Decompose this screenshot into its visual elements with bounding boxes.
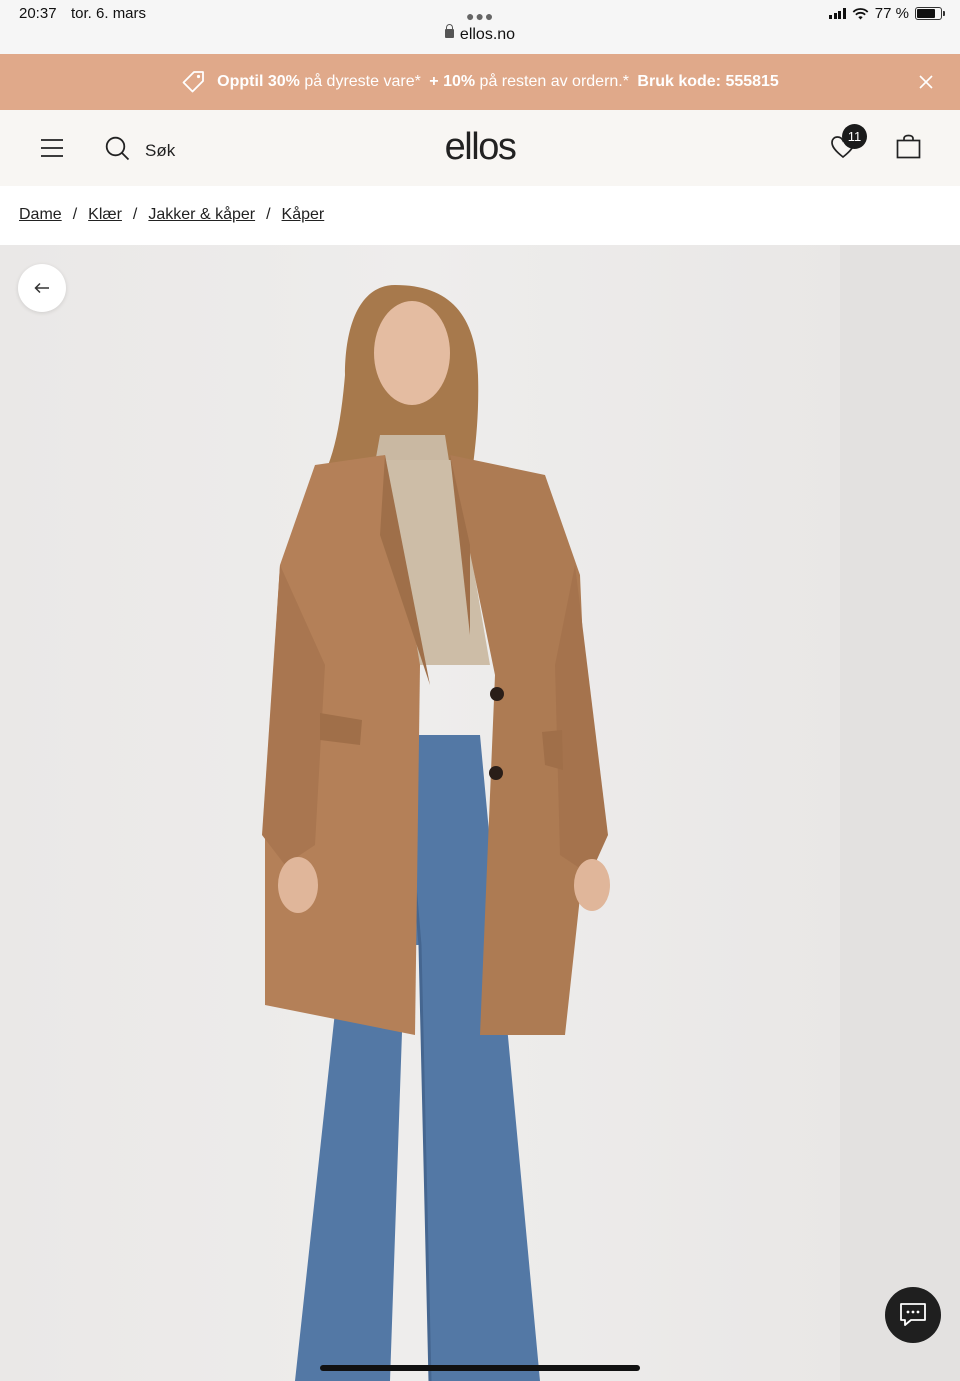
promo-discount-2: + 10% <box>429 73 476 90</box>
shopping-bag-icon[interactable] <box>896 134 921 159</box>
breadcrumb: Dame / Klær / Jakker & kåper / Kåper <box>19 206 324 224</box>
site-header: Søk ellos <box>0 110 960 186</box>
back-button[interactable] <box>18 264 66 312</box>
battery-icon <box>915 7 945 20</box>
product-gallery[interactable] <box>0 245 960 1381</box>
close-icon[interactable] <box>918 74 934 90</box>
promo-discount-1: Opptil 30% <box>217 73 300 90</box>
next-product-image[interactable] <box>840 245 960 1381</box>
status-time: 20:37 <box>19 5 57 22</box>
status-bar: 20:37 tor. 6. mars ●●● ellos.no 77 % <box>0 0 960 54</box>
breadcrumb-separator: / <box>72 206 78 223</box>
arrow-left-icon <box>34 282 49 294</box>
promo-desc-2: på resten av ordern.* <box>479 73 629 90</box>
status-date: tor. 6. mars <box>71 5 147 22</box>
status-indicators: 77 % <box>829 5 945 22</box>
product-image[interactable] <box>0 245 840 1381</box>
battery-percent: 77 % <box>874 5 909 22</box>
chat-button[interactable] <box>885 1287 941 1343</box>
lock-icon <box>444 24 454 38</box>
promo-banner[interactable]: Opptil 30% på dyreste vare* + 10% på res… <box>0 54 960 110</box>
wishlist-count-badge: 11 <box>842 124 867 149</box>
breadcrumb-dame[interactable]: Dame <box>19 206 62 224</box>
cellular-signal-icon <box>829 8 846 19</box>
address-bar[interactable]: ellos.no <box>0 24 960 44</box>
promo-text: Opptil 30% på dyreste vare* + 10% på res… <box>217 73 779 91</box>
promo-code: Bruk kode: 555815 <box>637 73 779 90</box>
breadcrumb-separator: / <box>132 206 138 223</box>
breadcrumb-jakker-kaper[interactable]: Jakker & kåper <box>148 206 255 224</box>
more-dots-icon[interactable]: ●●● <box>466 8 494 24</box>
price-tag-icon <box>182 71 205 93</box>
breadcrumb-klaer[interactable]: Klær <box>88 206 122 224</box>
chat-icon <box>900 1303 926 1326</box>
breadcrumb-kaper[interactable]: Kåper <box>282 206 325 224</box>
url-text: ellos.no <box>459 26 516 43</box>
site-logo[interactable]: ellos <box>0 126 960 169</box>
wifi-icon <box>852 7 869 19</box>
model-illustration <box>262 285 610 1381</box>
promo-desc-1: på dyreste vare* <box>304 73 421 90</box>
breadcrumb-separator: / <box>266 206 271 223</box>
home-indicator[interactable] <box>320 1365 640 1371</box>
